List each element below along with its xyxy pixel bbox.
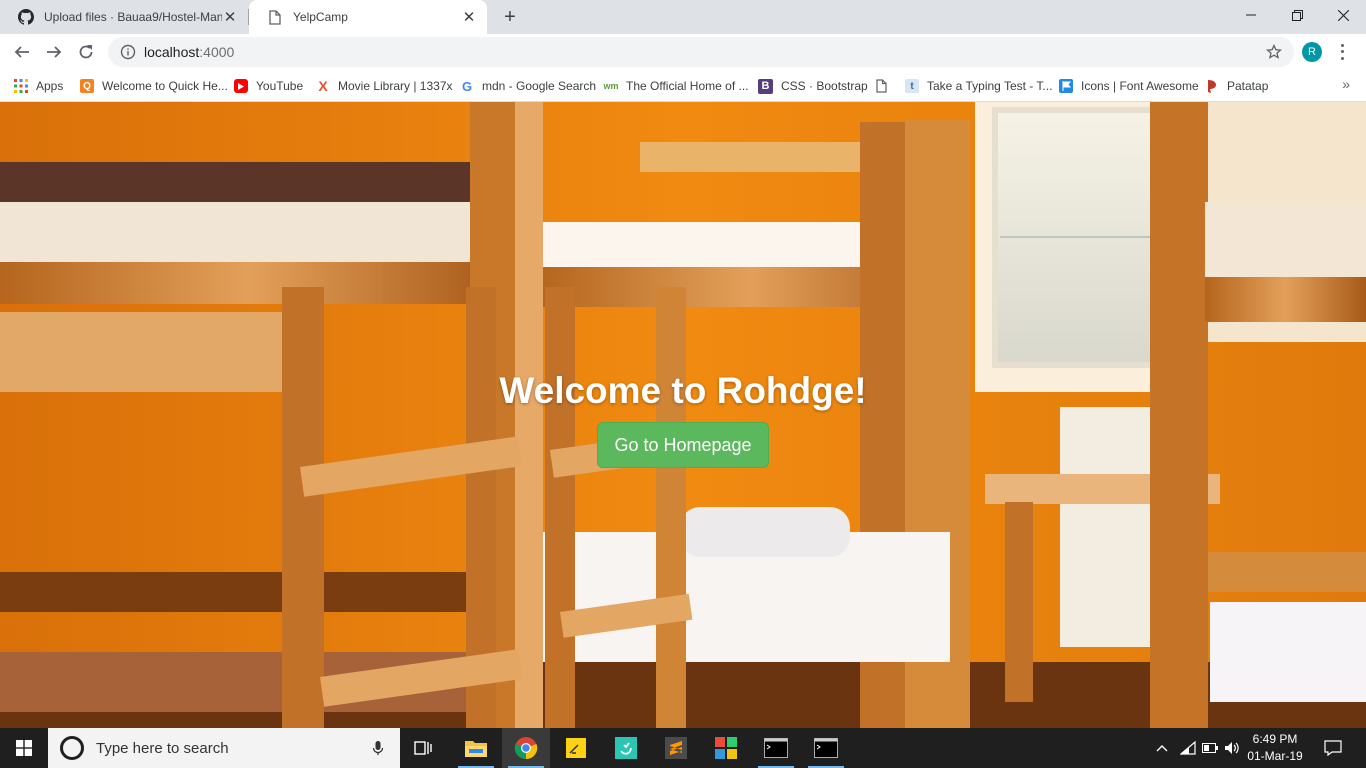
hostel-bunk-beds-image xyxy=(0,102,1366,728)
bookmark-apps[interactable]: Apps xyxy=(14,76,63,96)
tab-title: YelpCamp xyxy=(293,10,348,24)
x-icon: X xyxy=(318,78,328,94)
bookmark-label: CSS · Bootstrap xyxy=(781,79,868,93)
bookmark-1337x[interactable]: X Movie Library | 1337x xyxy=(316,76,453,96)
bookmark-label: mdn - Google Search xyxy=(482,79,597,93)
new-tab-button[interactable]: + xyxy=(498,5,522,29)
bookmark-label: Movie Library | 1337x xyxy=(338,79,453,93)
cmd-icon[interactable] xyxy=(752,728,800,768)
bookmark-label: The Official Home of ... xyxy=(626,79,749,93)
blank-page-icon xyxy=(874,79,888,93)
reload-icon[interactable] xyxy=(72,38,100,66)
tab-strip: Upload files · Bauaa9/Hostel-Manag ✕ Yel… xyxy=(0,0,1366,34)
typing-icon: t xyxy=(905,79,919,93)
quickheal-icon: Q xyxy=(80,79,94,93)
notifications-icon[interactable] xyxy=(1318,728,1348,768)
info-icon[interactable] xyxy=(120,44,136,60)
chrome-icon[interactable] xyxy=(502,728,550,768)
page-content: Welcome to Rohdge! Go to Homepage xyxy=(0,102,1366,728)
saavn-icon[interactable] xyxy=(602,728,650,768)
task-view-icon[interactable] xyxy=(400,728,448,768)
bookmark-label: Patatap xyxy=(1227,79,1269,93)
bookmark-label: Apps xyxy=(36,79,64,93)
bookmark-mdn-search[interactable]: G mdn - Google Search xyxy=(460,76,596,96)
bookmark-patatap[interactable]: Patatap xyxy=(1205,76,1268,96)
bookmark-official-home[interactable]: wm The Official Home of ... xyxy=(604,76,749,96)
bootstrap-icon: B xyxy=(758,78,773,94)
bookmark-typing-test[interactable]: t Take a Typing Test - T... xyxy=(905,76,1052,96)
bookmark-blank[interactable] xyxy=(874,76,896,96)
apps-grid-icon xyxy=(14,79,28,93)
taskbar-clock[interactable]: 6:49 PM 01-Mar-19 xyxy=(1240,731,1310,765)
wifi-icon[interactable] xyxy=(1178,728,1198,768)
microphone-icon[interactable] xyxy=(370,740,386,756)
bookmark-label: YouTube xyxy=(256,79,304,93)
page-title: Welcome to Rohdge! xyxy=(499,370,867,411)
menu-dots-icon[interactable] xyxy=(1336,42,1348,62)
restore-icon[interactable] xyxy=(1274,0,1320,30)
bookmark-label: Welcome to Quick He... xyxy=(102,79,228,93)
github-icon xyxy=(18,9,34,25)
tab-github-upload[interactable]: Upload files · Bauaa9/Hostel-Manag ✕ xyxy=(0,0,248,34)
windows-taskbar: Type here to search 6:49 PM 01-Mar-19 xyxy=(0,728,1366,768)
wm-icon: wm xyxy=(603,81,619,91)
hero-section: Welcome to Rohdge! xyxy=(0,370,1366,412)
office-icon[interactable] xyxy=(702,728,750,768)
bookmark-font-awesome[interactable]: Icons | Font Awesome xyxy=(1059,76,1199,96)
windows-start-icon[interactable] xyxy=(0,728,48,768)
back-arrow-icon[interactable] xyxy=(8,38,36,66)
forward-arrow-icon[interactable] xyxy=(40,38,68,66)
browser-window: Upload files · Bauaa9/Hostel-Manag ✕ Yel… xyxy=(0,0,1366,768)
bookmark-youtube[interactable]: YouTube xyxy=(234,76,303,96)
address-bar[interactable]: localhost:4000 xyxy=(108,37,1294,67)
profile-avatar[interactable]: R xyxy=(1302,42,1322,62)
close-icon[interactable]: ✕ xyxy=(222,9,238,26)
bookmark-label: Icons | Font Awesome xyxy=(1081,79,1199,93)
cmd-icon[interactable] xyxy=(802,728,850,768)
window-close-icon[interactable] xyxy=(1320,0,1366,30)
file-explorer-icon[interactable] xyxy=(452,728,500,768)
volume-icon[interactable] xyxy=(1222,728,1242,768)
bookmark-quick-heal[interactable]: Q Welcome to Quick He... xyxy=(80,76,228,96)
bookmarks-overflow-icon[interactable]: » xyxy=(1342,76,1350,92)
sublime-text-icon[interactable] xyxy=(652,728,700,768)
fontawesome-icon xyxy=(1059,79,1073,93)
google-icon: G xyxy=(461,78,473,94)
go-to-homepage-button[interactable]: Go to Homepage xyxy=(597,422,769,468)
browser-toolbar: localhost:4000 R xyxy=(0,34,1366,70)
clock-date: 01-Mar-19 xyxy=(1247,749,1303,763)
sticky-notes-icon[interactable] xyxy=(552,728,600,768)
cortana-icon[interactable] xyxy=(60,736,84,760)
search-placeholder: Type here to search xyxy=(96,739,229,757)
tab-yelpcamp[interactable]: YelpCamp ✕ xyxy=(249,0,487,34)
bookmarks-bar: Apps Q Welcome to Quick He... YouTube X … xyxy=(0,70,1366,102)
bookmark-bootstrap[interactable]: B CSS · Bootstrap xyxy=(758,76,868,96)
bookmark-label: Take a Typing Test - T... xyxy=(927,79,1053,93)
page-icon xyxy=(267,9,283,25)
patatap-icon xyxy=(1205,79,1219,93)
chevron-up-icon[interactable] xyxy=(1152,728,1172,768)
tab-title: Upload files · Bauaa9/Hostel-Manag xyxy=(44,10,222,24)
youtube-icon xyxy=(234,79,248,93)
clock-time: 6:49 PM xyxy=(1252,732,1298,746)
close-icon[interactable]: ✕ xyxy=(461,9,477,26)
taskbar-search-input[interactable]: Type here to search xyxy=(48,728,400,768)
url-text: localhost:4000 xyxy=(144,44,235,60)
bookmark-star-icon[interactable] xyxy=(1266,44,1282,60)
minimize-icon[interactable] xyxy=(1228,0,1274,30)
battery-icon[interactable] xyxy=(1200,728,1220,768)
